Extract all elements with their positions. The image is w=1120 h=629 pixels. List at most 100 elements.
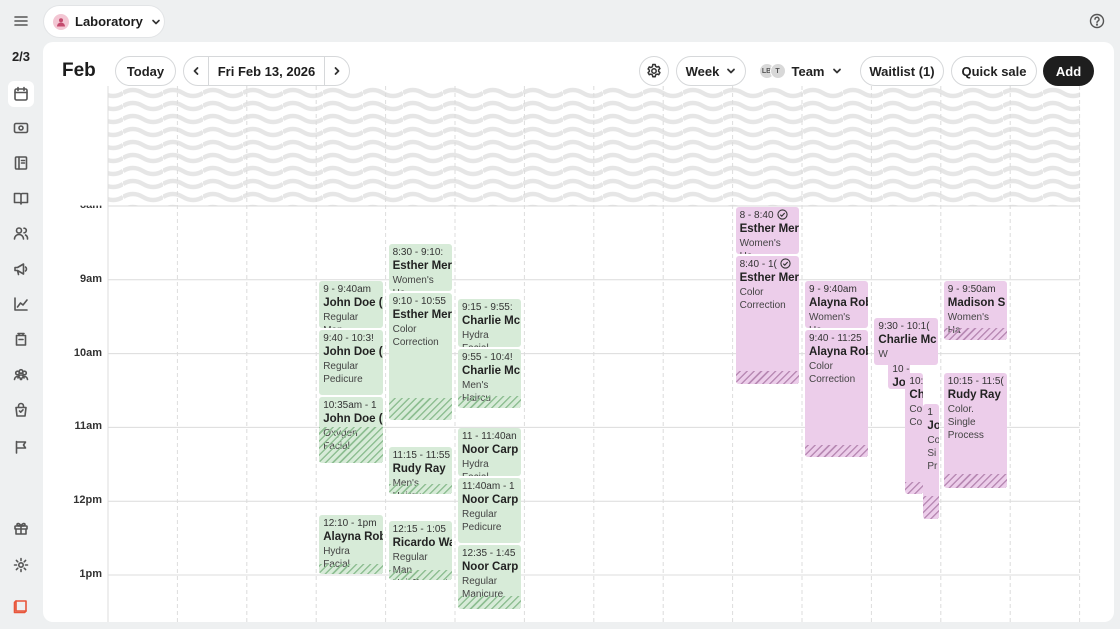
chevron-down-icon: [726, 66, 736, 76]
catalog-icon[interactable]: [10, 152, 32, 174]
appointment[interactable]: 11 - 11:40anNoor Carp Hydra Facial: [458, 428, 522, 476]
team-icon[interactable]: [10, 364, 32, 386]
appointment[interactable]: 12:10 - 1pmAlayna RobHydra Facial: [319, 514, 383, 574]
appointment-client: Ricardo Wa: [392, 536, 452, 549]
appointment-service: Women's Ha: [392, 274, 434, 291]
appointment-client: Noor Carp: [462, 444, 519, 457]
appointment[interactable]: 9:40 - 11:25 Alayna Rob Color Correction: [805, 330, 869, 458]
appointment-time: 8 - 8:40: [740, 209, 795, 222]
appointment-time: 9 - 9:40am: [809, 283, 857, 295]
appointment-client: Charlie Mc: [462, 364, 521, 377]
megaphone-icon[interactable]: [10, 258, 32, 280]
appointment[interactable]: 8:30 - 9:10:Esther Mer Women's Ha: [388, 243, 452, 292]
buffer-time: [458, 595, 522, 609]
inventory-icon[interactable]: [10, 328, 32, 350]
appointment-service: Color Correction: [392, 324, 439, 349]
appointment-client: Noor Carp: [462, 493, 519, 506]
appointment[interactable]: 11:40am - 1 Noor Carp Regular Pedicure: [458, 477, 522, 543]
appointment[interactable]: 10:35am - 1John Doe (Oxygen Facial: [319, 397, 383, 464]
appointment[interactable]: 8 - 8:40Esther Mer Women's Ha: [735, 207, 799, 255]
calendar-icon[interactable]: [8, 81, 34, 107]
appointment[interactable]: 9:15 - 9:55:Charlie Mc Hydra Facial: [458, 299, 522, 347]
add-button[interactable]: Add: [1043, 56, 1094, 86]
calendar-grid: 8am 9am 10am 11am 12pm 1pm 9 - 9:40am John Doe…: [43, 86, 1114, 622]
appointment-time: 9:55 - 10:4!: [462, 351, 513, 363]
gift-icon[interactable]: [10, 517, 32, 539]
appointment-service: Hydra Facial: [462, 459, 489, 475]
appointment-client: Madison S: [947, 296, 1006, 309]
location-name: Laboratory: [75, 14, 143, 29]
buffer-time: [923, 495, 940, 519]
appointment-time: 10:35am - 1: [323, 400, 377, 412]
help-icon[interactable]: [1088, 12, 1106, 30]
buffer-time: [319, 427, 383, 464]
waitlist-button[interactable]: Waitlist (1): [860, 56, 944, 86]
flag-icon[interactable]: [10, 436, 32, 458]
appointment[interactable]: 8:40 - 1(Esther Mer Color Correction: [735, 256, 799, 384]
next-button[interactable]: [325, 57, 349, 85]
appointment[interactable]: 12:15 - 1:05Ricardo WaRegular ManNail Ro…: [388, 520, 452, 580]
appointment[interactable]: 10:1(Ch Co Co: [905, 373, 924, 495]
appointment-time: 9:30 - 10:1(: [878, 320, 930, 332]
appointment-service: Color. Single Process: [947, 404, 984, 442]
appointment[interactable]: 12:35 - 1:45 Noor Carp Regular Manicure: [458, 545, 522, 609]
appointment[interactable]: 1 Jo Co Si Pr: [923, 404, 940, 519]
appointment[interactable]: 9:30 - 10:1(Charlie Mc W: [874, 317, 939, 366]
hour-label: 11am: [74, 420, 102, 433]
buffer-time: [943, 473, 1008, 488]
clients-icon[interactable]: [10, 222, 32, 244]
chevron-left-icon: [193, 67, 199, 75]
chevron-down-icon: [152, 19, 160, 24]
appointment-service: Color Correction: [809, 361, 856, 386]
cash-icon[interactable]: [10, 117, 32, 139]
appointment[interactable]: 9:40 - 10:3! John Doe (Regular Pedicure: [319, 330, 383, 396]
appointment-client: John Doe (: [323, 296, 383, 309]
appointment[interactable]: 9 - 9:40amAlayna Rob Women's Ha: [805, 280, 869, 329]
appointment[interactable]: 9 - 9:40amJohn Doe (Regular Man: [319, 280, 383, 329]
check-circle-icon: [776, 209, 788, 220]
bag-icon[interactable]: [10, 399, 32, 421]
book-icon[interactable]: [10, 187, 32, 209]
left-rail: 2/3: [0, 0, 42, 629]
grid-lines: [107, 86, 1081, 622]
user-icon: [53, 13, 69, 30]
appointment-time: 11:40am - 1: [462, 480, 515, 492]
team-label: Team: [791, 63, 825, 79]
appointment-client: Charlie Mc: [462, 315, 521, 328]
date-navigator: Fri Feb 13, 2026: [183, 56, 350, 86]
appointment-time: 11 - 11:40an: [462, 431, 517, 443]
appointment-client: Alayna Rob: [809, 346, 869, 359]
appointment[interactable]: 9:55 - 10:4!Charlie McMen's Haircu: [458, 348, 522, 408]
appointment-service: Co Si Pr: [927, 435, 940, 473]
today-button[interactable]: Today: [115, 56, 176, 86]
appointment-time: 9:40 - 10:3!: [323, 333, 374, 345]
appointment-time: 12:35 - 1:45: [462, 548, 516, 559]
view-selector[interactable]: Week: [676, 56, 746, 86]
buffer-time: [458, 396, 522, 408]
appointment-client: Ch: [909, 389, 924, 402]
menu-icon[interactable]: [10, 10, 32, 32]
location-selector[interactable]: Laboratory: [44, 6, 164, 37]
quick-sale-button[interactable]: Quick sale: [951, 56, 1037, 86]
appointment[interactable]: 9 - 9:50amMadison SWomen's Ha: [943, 280, 1008, 341]
appointment[interactable]: 9:10 - 10:55 Esther Mer Color Correction: [388, 293, 452, 421]
reports-icon[interactable]: [10, 293, 32, 315]
prev-button[interactable]: [184, 57, 208, 85]
appointment-time: 8:40 - 1(: [740, 258, 795, 271]
appointment-service: Hydra Facial: [462, 330, 489, 346]
appointment-time: 9:10 - 10:55: [392, 296, 446, 308]
team-avatars: LB T: [758, 63, 786, 79]
buffer-time: [388, 484, 452, 495]
avatar: T: [769, 63, 786, 79]
appointment-time: 9 - 9:50am: [947, 283, 996, 295]
appointment-time: 12:15 - 1:05: [392, 523, 446, 535]
appointment[interactable]: 10:15 - 11:5(Rudy Ray Color. Single Proce…: [943, 373, 1008, 488]
settings-icon[interactable]: [10, 554, 32, 576]
calendar-settings-button[interactable]: [639, 56, 669, 86]
appointment-service: Regular Pedicure: [323, 361, 363, 386]
hour-label: 9am: [79, 272, 102, 285]
appointment[interactable]: 11:15 - 11:55Rudy RayMen's Haircu: [388, 446, 452, 495]
current-date[interactable]: Fri Feb 13, 2026: [208, 57, 325, 85]
team-selector[interactable]: LB T Team: [755, 56, 845, 86]
appointment-service: Regular Pedicure: [462, 508, 502, 533]
